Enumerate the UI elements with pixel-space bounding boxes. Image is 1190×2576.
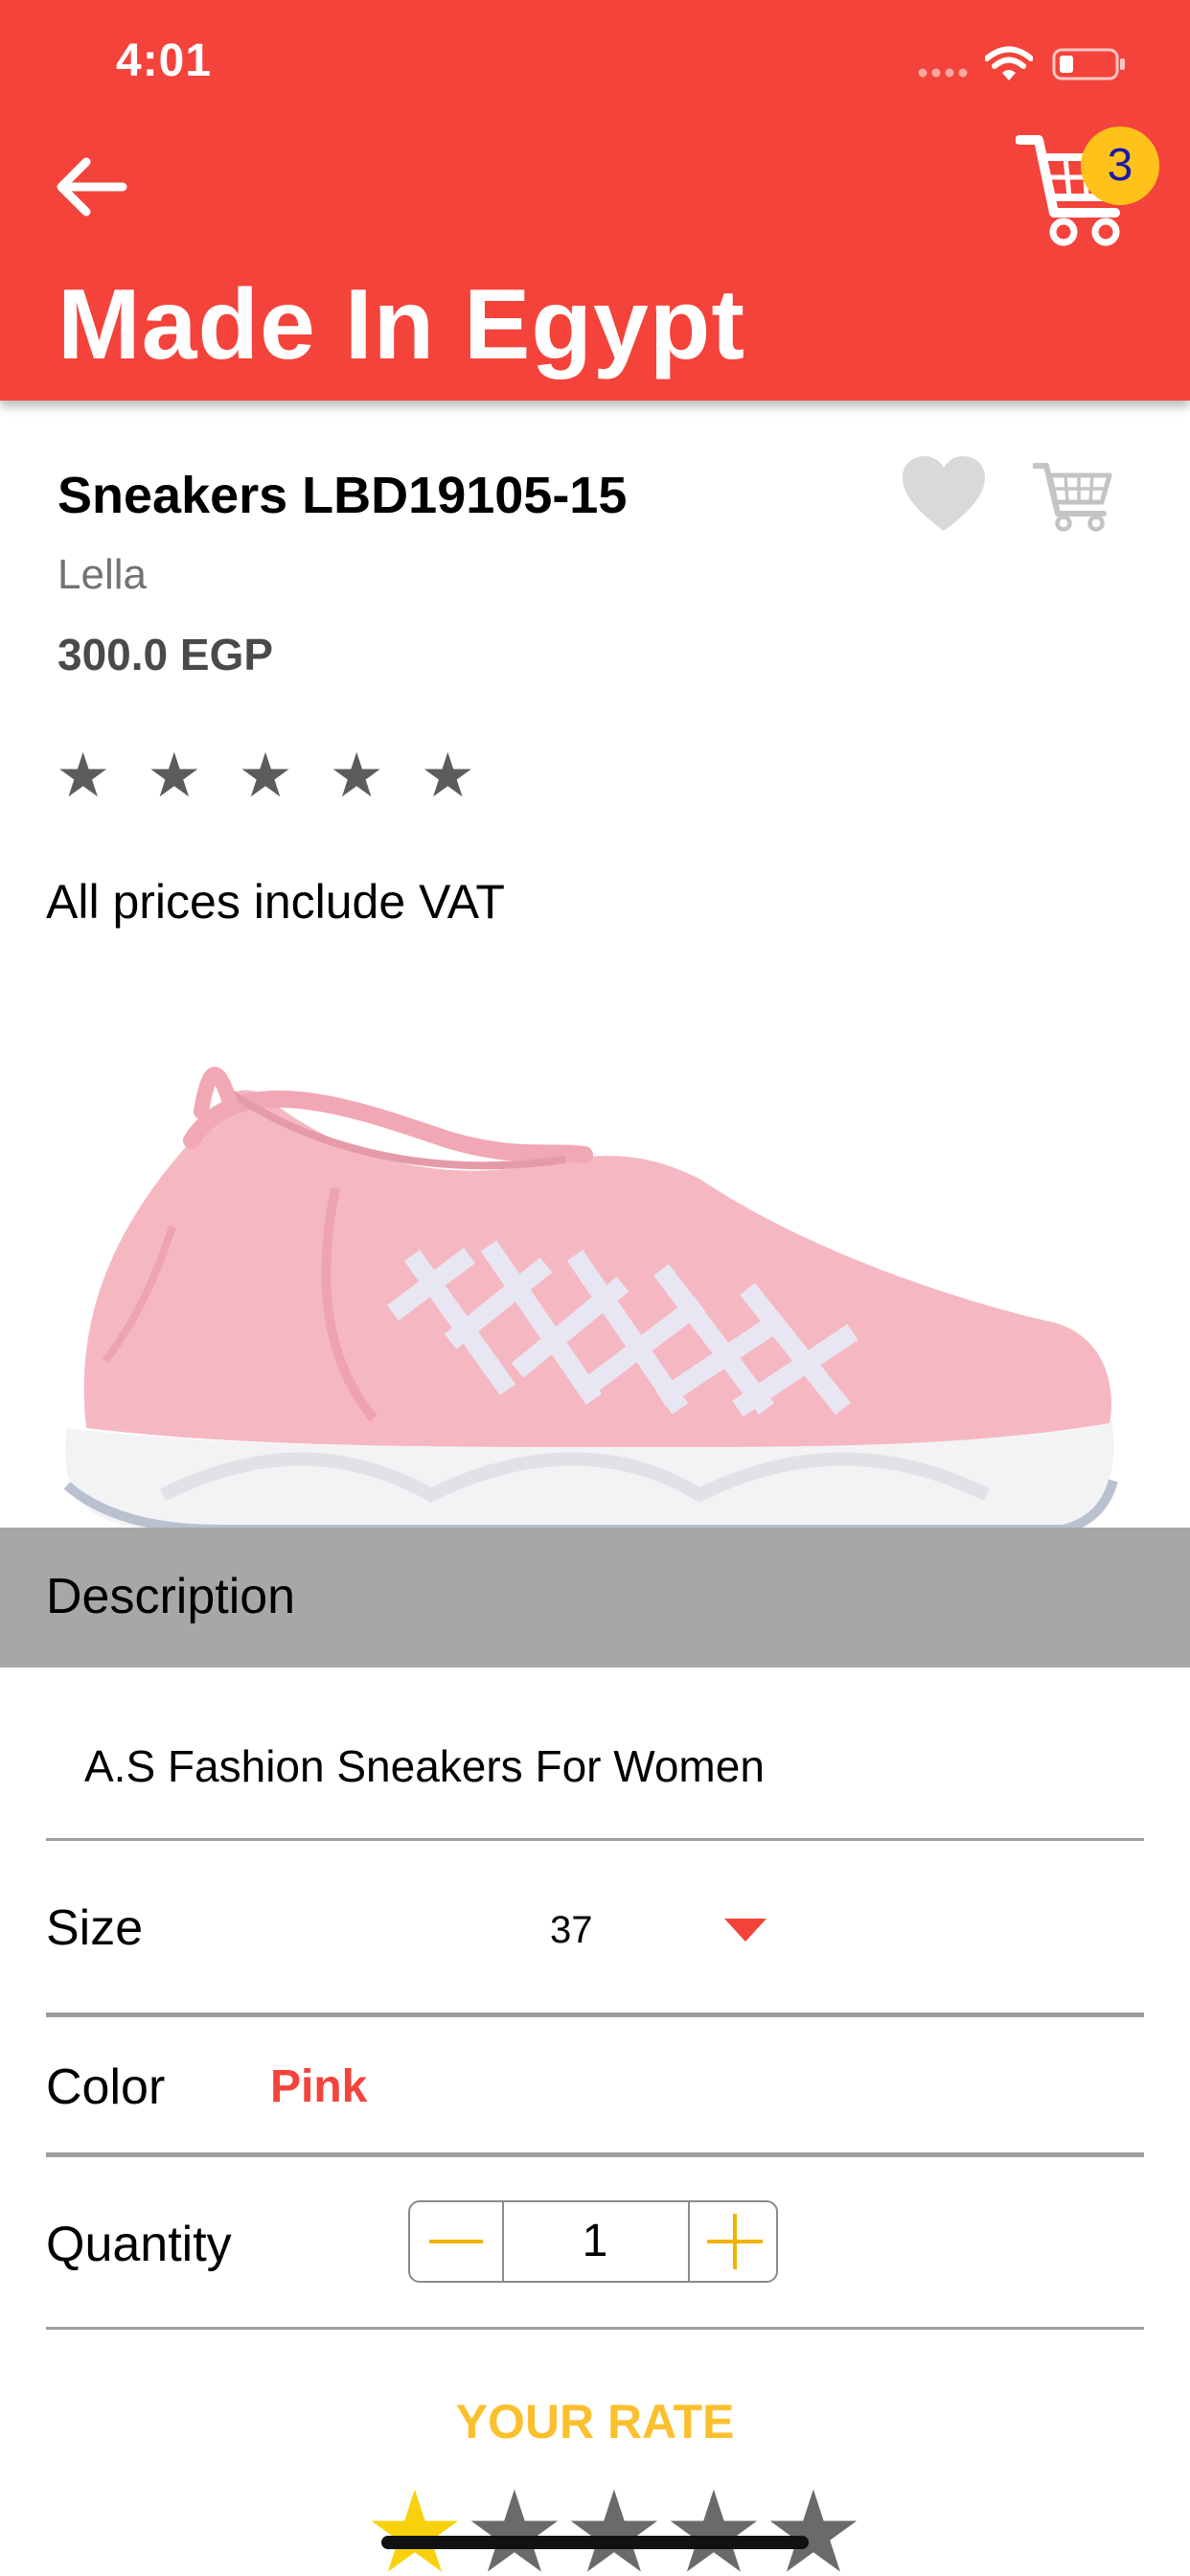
favorite-button[interactable] — [901, 454, 987, 535]
product-name: Sneakers LBD19105-15 — [57, 467, 628, 524]
rate-star[interactable]: ★ — [364, 2471, 466, 2576]
battery-icon — [1052, 48, 1125, 80]
rate-star[interactable]: ★ — [663, 2471, 765, 2576]
size-label: Size — [46, 1900, 144, 1956]
rate-star[interactable]: ★ — [563, 2471, 665, 2576]
heart-icon — [903, 456, 985, 531]
plus-icon — [707, 2214, 763, 2269]
color-value[interactable]: Pink — [270, 2060, 367, 2113]
dropdown-arrow-icon[interactable] — [722, 1917, 768, 1944]
increment-button[interactable] — [688, 2202, 780, 2281]
arrow-left-icon — [57, 157, 127, 217]
product-rating-stars: ★ ★ ★ ★ ★ — [56, 741, 485, 810]
vat-note: All prices include VAT — [46, 875, 505, 929]
back-button[interactable] — [50, 153, 130, 220]
signal-icon — [918, 68, 968, 78]
cart-icon — [1032, 463, 1112, 532]
divider — [46, 2012, 1144, 2017]
minus-icon — [429, 2240, 483, 2243]
description-title: Description — [46, 1569, 296, 1624]
home-indicator — [381, 2536, 809, 2549]
divider — [46, 1838, 1144, 1841]
product-brand: Lella — [57, 551, 147, 598]
quantity-value[interactable]: 1 — [502, 2202, 688, 2281]
add-to-cart-button[interactable] — [1032, 458, 1113, 533]
rate-star[interactable]: ★ — [763, 2471, 862, 2576]
cart-count-badge: 3 — [1081, 126, 1159, 205]
your-rate-title: YOUR RATE — [455, 2395, 735, 2449]
wifi-icon — [985, 46, 1033, 80]
quantity-stepper: 1 — [408, 2200, 778, 2283]
description-text: A.S Fashion Sneakers For Women — [84, 1741, 765, 1791]
user-rating-stars[interactable]: ★ ★ ★ ★ ★ — [364, 2471, 862, 2576]
product-image — [29, 997, 1159, 1533]
rate-star[interactable]: ★ — [464, 2471, 565, 2576]
divider — [46, 2327, 1144, 2330]
divider — [46, 2152, 1144, 2157]
status-time: 4:01 — [116, 35, 213, 86]
page-title: Made In Egypt — [57, 269, 745, 380]
product-price: 300.0 EGP — [57, 630, 274, 679]
quantity-label: Quantity — [46, 2217, 232, 2272]
color-label: Color — [46, 2059, 166, 2115]
size-select-value[interactable]: 37 — [550, 1909, 593, 1952]
sneaker-image — [63, 1067, 1118, 1533]
decrement-button[interactable] — [410, 2202, 504, 2281]
